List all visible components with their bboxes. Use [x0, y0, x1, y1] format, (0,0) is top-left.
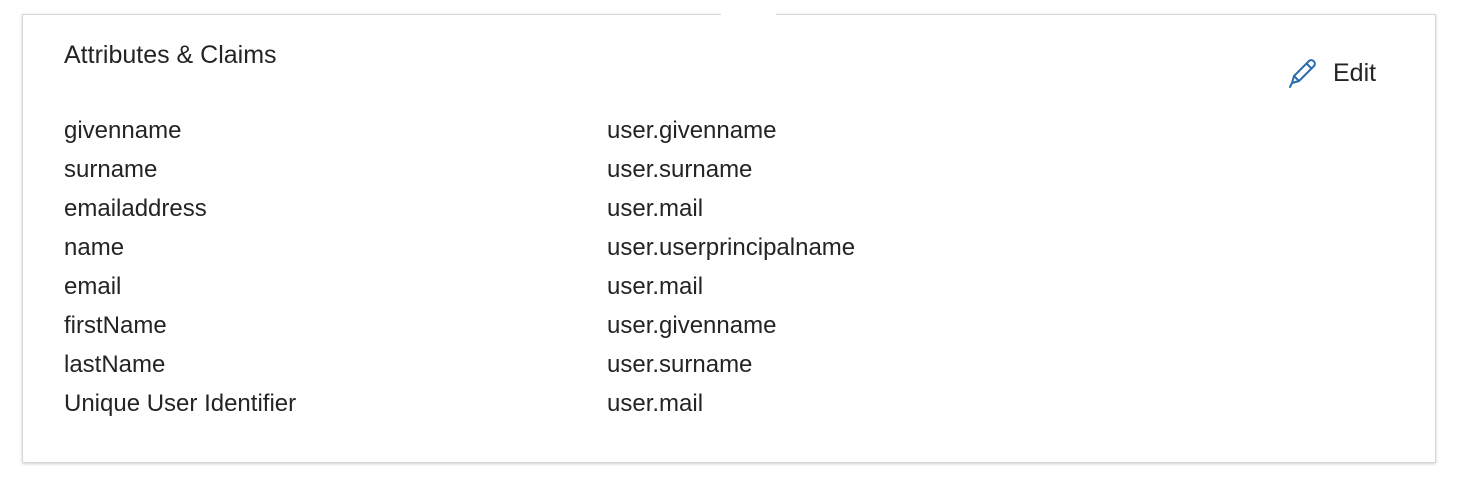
claim-value: user.surname: [607, 156, 753, 183]
claim-row: lastName user.surname: [64, 349, 1364, 388]
claim-value: user.mail: [607, 195, 704, 222]
claim-value: user.mail: [607, 273, 704, 300]
claim-value: user.mail: [607, 390, 704, 417]
claim-name: emailaddress: [64, 195, 207, 222]
attributes-claims-card: Attributes & Claims Edit givenname user.…: [22, 12, 1436, 463]
claim-value: user.surname: [607, 351, 753, 378]
claim-name: surname: [64, 156, 158, 183]
page: Attributes & Claims Edit givenname user.…: [0, 0, 1464, 478]
pencil-icon: [1285, 56, 1319, 90]
claim-row: firstName user.givenname: [64, 310, 1364, 349]
claim-value: user.givenname: [607, 117, 777, 144]
claim-value: user.userprincipalname: [607, 234, 856, 261]
edit-label: Edit: [1333, 58, 1377, 87]
claim-name: email: [64, 273, 122, 300]
claim-row: givenname user.givenname: [64, 115, 1364, 154]
edit-button[interactable]: Edit: [1285, 55, 1376, 91]
claim-name: givenname: [64, 117, 182, 144]
claim-name: lastName: [64, 351, 166, 378]
card-top-gap: [721, 12, 776, 18]
claim-name: name: [64, 234, 125, 261]
claims-list: givenname user.givenname surname user.su…: [64, 115, 1364, 427]
claim-name: firstName: [64, 312, 167, 339]
claim-row: Unique User Identifier user.mail: [64, 388, 1364, 427]
claim-row: emailaddress user.mail: [64, 193, 1364, 232]
claim-row: email user.mail: [64, 271, 1364, 310]
claim-name: Unique User Identifier: [64, 390, 297, 417]
claim-row: name user.userprincipalname: [64, 232, 1364, 271]
card-title: Attributes & Claims: [64, 41, 277, 69]
claim-value: user.givenname: [607, 312, 777, 339]
claim-row: surname user.surname: [64, 154, 1364, 193]
